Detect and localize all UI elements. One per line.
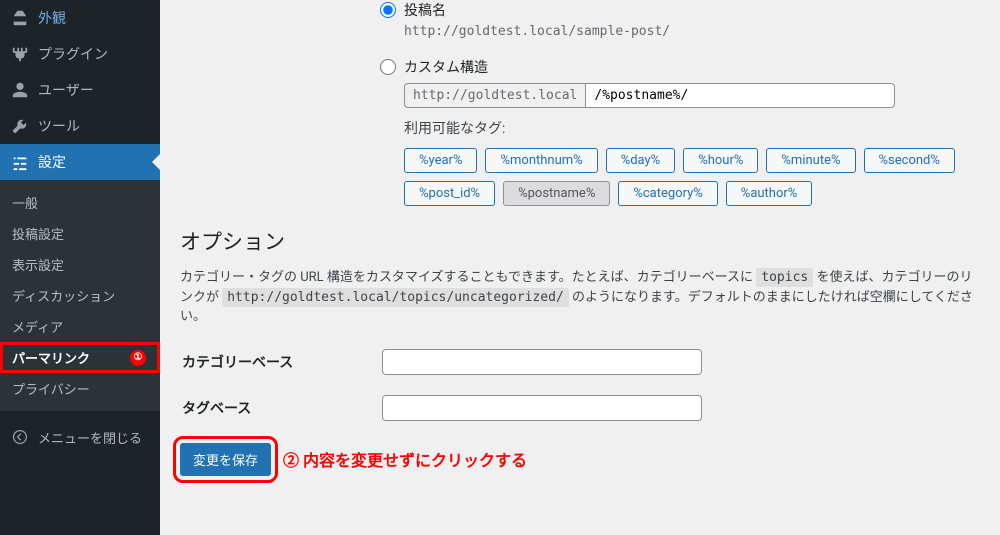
save-button[interactable]: 変更を保存 bbox=[180, 443, 271, 476]
options-heading: オプション bbox=[180, 226, 980, 256]
tag-second[interactable]: %second% bbox=[864, 148, 955, 173]
collapse-label: メニューを閉じる bbox=[38, 428, 142, 447]
tag-year[interactable]: %year% bbox=[404, 148, 477, 173]
custom-url-input[interactable] bbox=[585, 83, 895, 108]
available-tags-label: 利用可能なタグ: bbox=[404, 118, 980, 138]
collapse-icon bbox=[10, 427, 30, 447]
annotation-2: ② 内容を変更せずにクリックする bbox=[283, 447, 527, 471]
label-tag-base: タグベース bbox=[182, 398, 382, 418]
tag-category[interactable]: %category% bbox=[618, 181, 717, 206]
radio-custom[interactable] bbox=[380, 59, 396, 75]
custom-url-row: http://goldtest.local bbox=[404, 83, 980, 108]
radio-postname-label[interactable]: 投稿名 bbox=[380, 0, 980, 20]
submenu-discussion[interactable]: ディスカッション bbox=[0, 280, 160, 311]
submenu-media[interactable]: メディア bbox=[0, 311, 160, 342]
tag-monthnum[interactable]: %monthnum% bbox=[485, 148, 597, 173]
menu-appearance[interactable]: 外観 bbox=[0, 0, 160, 36]
menu-users[interactable]: ユーザー bbox=[0, 72, 160, 108]
tag-minute[interactable]: %minute% bbox=[766, 148, 855, 173]
admin-sidebar: 外観 プラグイン ユーザー ツール 設定 一般 投稿設定 表示設定 ディスカッシ… bbox=[0, 0, 160, 535]
tag-hour[interactable]: %hour% bbox=[683, 148, 758, 173]
plugin-icon bbox=[10, 44, 30, 64]
menu-settings[interactable]: 設定 bbox=[0, 144, 160, 180]
menu-label: ユーザー bbox=[38, 80, 94, 100]
menu-label: プラグイン bbox=[38, 44, 108, 64]
submenu-label: パーマリンク bbox=[12, 348, 90, 367]
tag-day[interactable]: %day% bbox=[606, 148, 676, 173]
code-topics: topics bbox=[756, 268, 813, 287]
submit-wrapper: 変更を保存 ② 内容を変更せずにクリックする bbox=[180, 443, 980, 476]
menu-plugins[interactable]: プラグイン bbox=[0, 36, 160, 72]
radio-postname[interactable] bbox=[380, 2, 396, 18]
submenu-permalink[interactable]: パーマリンク ① bbox=[0, 342, 160, 373]
menu-label: 外観 bbox=[38, 8, 66, 28]
radio-custom-label[interactable]: カスタム構造 bbox=[380, 57, 980, 77]
tags-container: %year% %monthnum% %day% %hour% %minute% … bbox=[404, 148, 980, 206]
submenu-reading[interactable]: 表示設定 bbox=[0, 249, 160, 280]
users-icon bbox=[10, 80, 30, 100]
row-category-base: カテゴリーベース bbox=[182, 349, 978, 375]
options-form-table: カテゴリーベース タグベース bbox=[180, 347, 980, 443]
tag-post-id[interactable]: %post_id% bbox=[404, 181, 495, 206]
annotation-badge-1: ① bbox=[130, 350, 146, 366]
input-tag-base[interactable] bbox=[382, 395, 702, 421]
menu-tools[interactable]: ツール bbox=[0, 108, 160, 144]
permalink-structure-options: 投稿名 http://goldtest.local/sample-post/ カ… bbox=[380, 0, 980, 206]
url-prefix: http://goldtest.local bbox=[404, 83, 585, 108]
tag-postname[interactable]: %postname% bbox=[503, 181, 610, 206]
settings-submenu: 一般 投稿設定 表示設定 ディスカッション メディア パーマリンク ① プライバ… bbox=[0, 180, 160, 411]
radio-label-text: カスタム構造 bbox=[404, 57, 488, 77]
wrench-icon bbox=[10, 116, 30, 136]
input-category-base[interactable] bbox=[382, 349, 702, 375]
submenu-writing[interactable]: 投稿設定 bbox=[0, 218, 160, 249]
options-description: カテゴリー・タグの URL 構造をカスタマイズすることもできます。たとえば、カテ… bbox=[180, 268, 980, 327]
option-postname: 投稿名 http://goldtest.local/sample-post/ bbox=[380, 0, 980, 39]
tag-author[interactable]: %author% bbox=[726, 181, 813, 206]
menu-label: ツール bbox=[38, 116, 80, 136]
submenu-general[interactable]: 一般 bbox=[0, 187, 160, 218]
menu-label: 設定 bbox=[38, 152, 66, 172]
option-custom: カスタム構造 http://goldtest.local 利用可能なタグ: %y… bbox=[380, 57, 980, 206]
submenu-privacy[interactable]: プライバシー bbox=[0, 373, 160, 404]
row-tag-base: タグベース bbox=[182, 395, 978, 421]
main-content: 投稿名 http://goldtest.local/sample-post/ カ… bbox=[160, 0, 1000, 535]
collapse-menu[interactable]: メニューを閉じる bbox=[0, 419, 160, 455]
brush-icon bbox=[10, 8, 30, 28]
radio-label-text: 投稿名 bbox=[404, 0, 446, 20]
postname-url-example: http://goldtest.local/sample-post/ bbox=[404, 24, 980, 39]
code-url: http://goldtest.local/topics/uncategoriz… bbox=[222, 288, 569, 307]
label-category-base: カテゴリーベース bbox=[182, 352, 382, 372]
sliders-icon bbox=[10, 152, 30, 172]
